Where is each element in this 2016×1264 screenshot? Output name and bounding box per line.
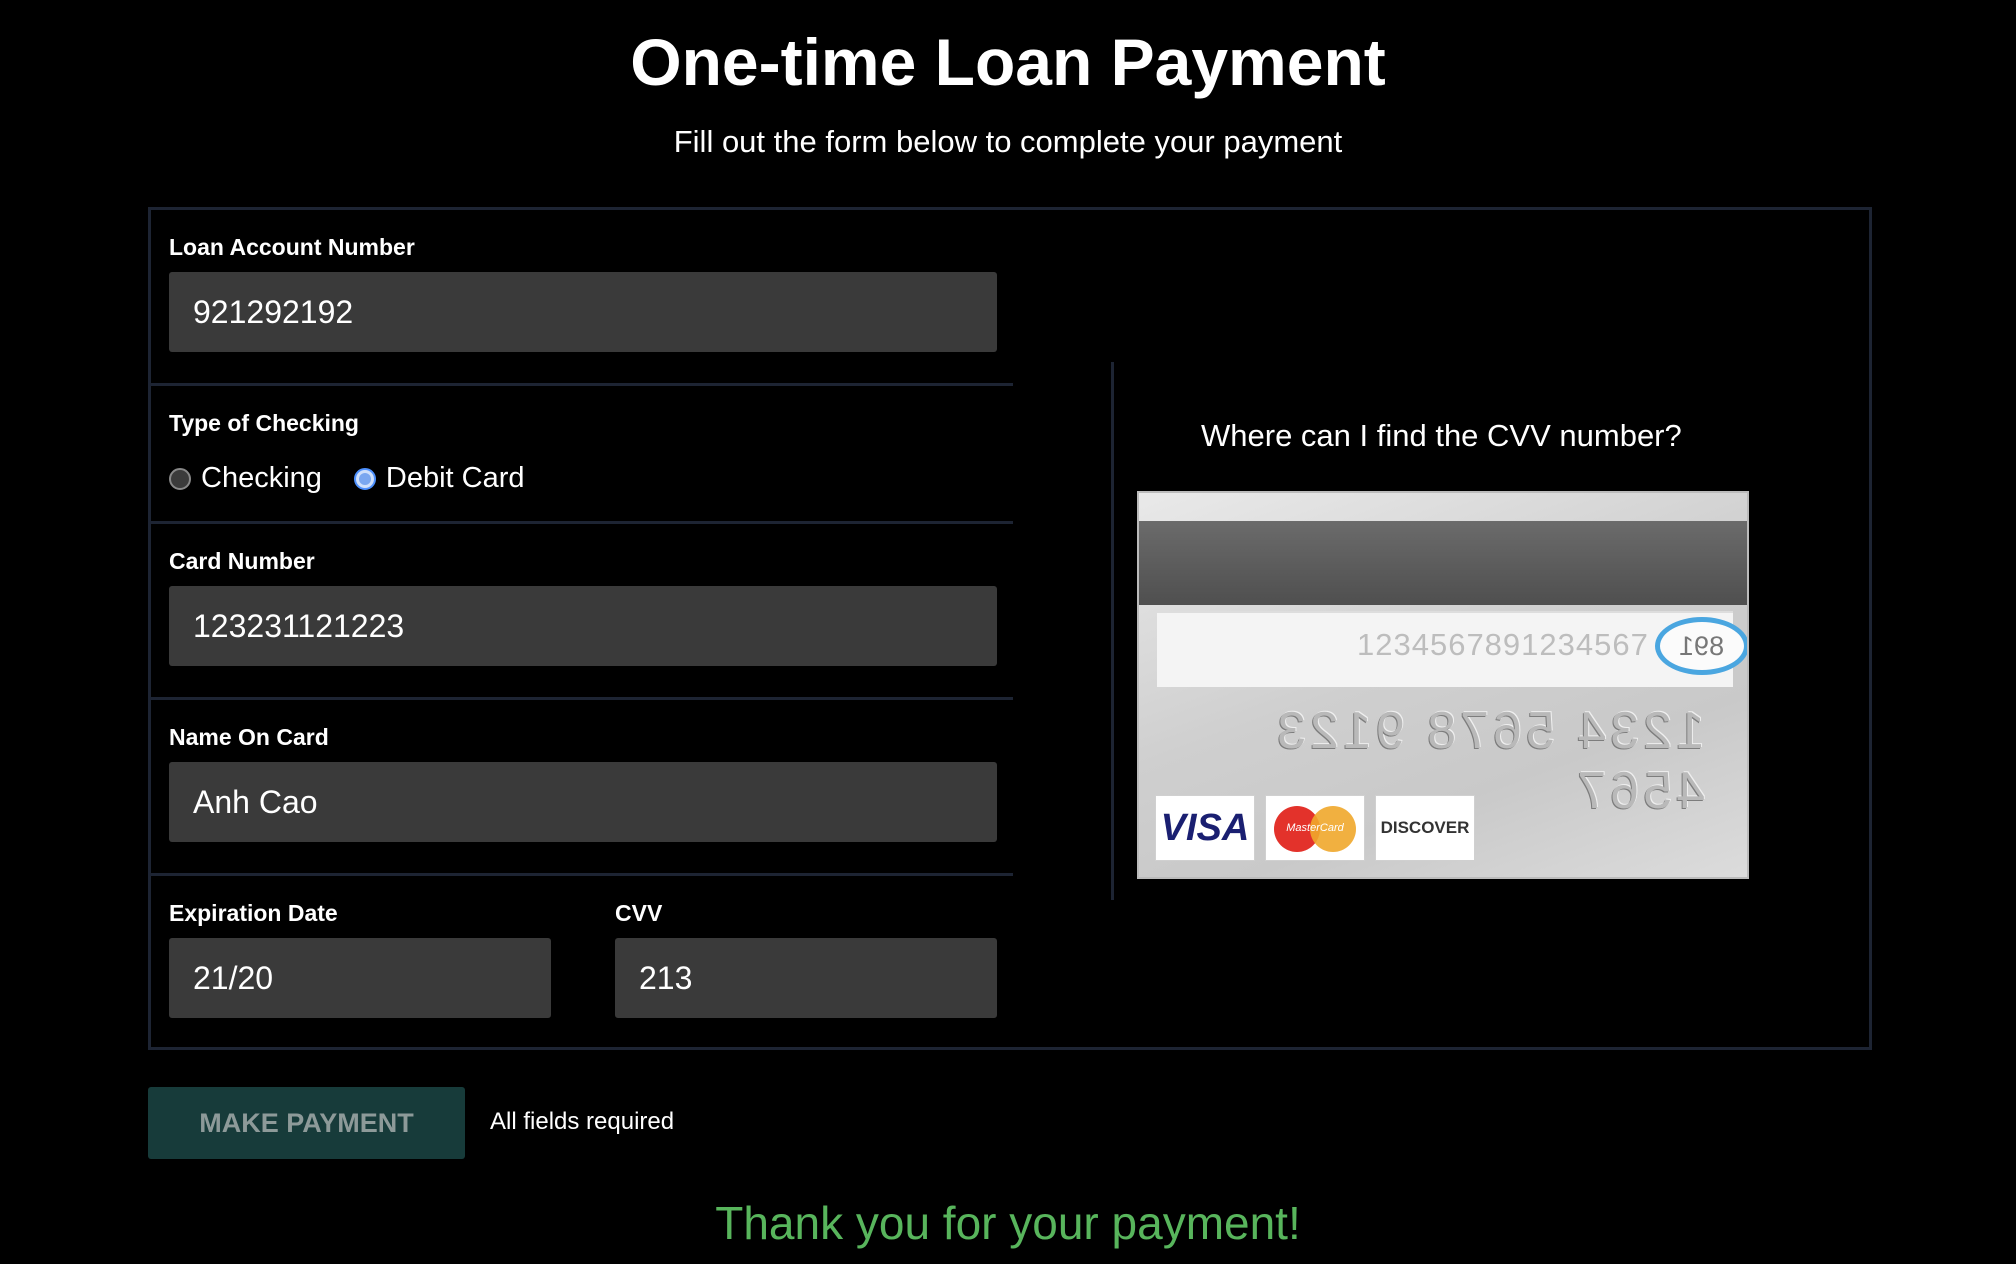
magnetic-stripe xyxy=(1139,521,1747,605)
mastercard-logo-text: MasterCard xyxy=(1286,822,1344,834)
expiration-date-input[interactable] xyxy=(169,938,551,1018)
card-back-image: 1234567891234567 891 1234 5678 9123 4567… xyxy=(1137,491,1749,879)
page-subtitle: Fill out the form below to complete your… xyxy=(673,124,1343,159)
signature-number: 1234567891234567 xyxy=(1357,627,1649,662)
card-number-input[interactable] xyxy=(169,586,997,666)
name-on-card-input[interactable] xyxy=(169,762,997,842)
name-on-card-section: Name On Card xyxy=(151,700,1013,876)
checking-type-label: Type of Checking xyxy=(169,410,359,436)
expiration-cvv-section: Expiration Date CVV xyxy=(151,876,1013,1047)
visa-logo: VISA xyxy=(1155,795,1255,861)
card-number-label: Card Number xyxy=(169,548,315,574)
loan-account-input[interactable] xyxy=(169,272,997,352)
cvv-code-text: 891 xyxy=(1679,630,1725,661)
discover-logo: DISCOVER xyxy=(1375,795,1475,861)
expiration-date-label: Expiration Date xyxy=(169,900,338,926)
vertical-divider xyxy=(1111,362,1114,900)
cvv-help-question: Where can I find the CVV number? xyxy=(1201,418,1682,453)
radio-option-debit-card[interactable]: Debit Card xyxy=(353,462,525,495)
required-fields-note: All fields required xyxy=(490,1108,675,1135)
radio-debit-card[interactable] xyxy=(353,467,376,490)
checking-type-radio-group: Checking Debit Card xyxy=(169,462,557,495)
payment-success-message: Thank you for your payment! xyxy=(715,1197,1301,1249)
page-title: One-time Loan Payment xyxy=(630,25,1386,99)
card-number-section: Card Number xyxy=(151,524,1013,700)
make-payment-button[interactable]: MAKE PAYMENT xyxy=(148,1087,465,1159)
checking-type-section: Type of Checking Checking Debit Card xyxy=(151,386,1013,524)
radio-checking-label: Checking xyxy=(201,462,322,494)
name-on-card-label: Name On Card xyxy=(169,724,329,750)
mastercard-logo: MasterCard xyxy=(1265,795,1365,861)
loan-account-section: Loan Account Number xyxy=(151,210,1013,386)
cvv-input[interactable] xyxy=(615,938,997,1018)
cvv-label: CVV xyxy=(615,900,663,926)
radio-checking[interactable] xyxy=(169,467,191,490)
radio-debit-card-label: Debit Card xyxy=(385,462,525,494)
loan-account-label: Loan Account Number xyxy=(169,234,415,260)
payment-form: Loan Account Number Type of Checking Che… xyxy=(148,207,1872,1050)
signature-strip: 1234567891234567 891 xyxy=(1157,611,1747,687)
radio-option-checking[interactable]: Checking xyxy=(169,462,322,495)
cvv-highlight-circle: 891 xyxy=(1655,617,1747,675)
